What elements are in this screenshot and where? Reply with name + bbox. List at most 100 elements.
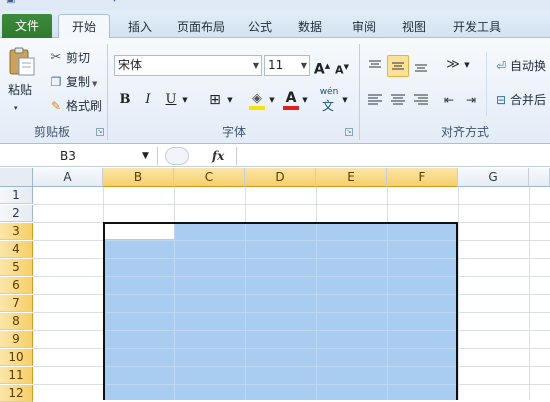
borders-dropdown-icon[interactable]: ▼ <box>225 90 235 110</box>
save-icon[interactable]: ▣ <box>6 0 15 8</box>
ribbon-tab-bar: 文件 开始 插入 页面布局 公式 数据 审阅 视图 开发工具 <box>0 10 550 39</box>
clipboard-launcher-icon[interactable]: ↘ <box>96 128 104 136</box>
align-top-icon[interactable] <box>366 58 384 74</box>
align-middle-icon <box>392 62 404 70</box>
row-header[interactable]: 2 <box>0 205 33 222</box>
column-header[interactable]: G <box>458 168 529 187</box>
active-cell[interactable] <box>105 224 174 239</box>
row-header[interactable]: 11 <box>0 367 33 384</box>
underline-button[interactable]: U <box>162 90 180 110</box>
copy-button[interactable]: 复制 ▼ <box>66 72 97 92</box>
format-painter-icon: ✎ <box>50 99 62 113</box>
align-bottom-icon[interactable] <box>412 58 430 74</box>
orientation-icon[interactable]: ≫ <box>444 55 462 75</box>
row-header[interactable]: 3 <box>0 223 33 240</box>
formula-bar-expand-handle[interactable] <box>165 147 189 165</box>
selection-range[interactable] <box>103 222 458 400</box>
align-center-icon[interactable] <box>389 92 407 108</box>
decrease-indent-icon[interactable]: ⇤ <box>440 90 458 110</box>
align-left-icon[interactable] <box>366 92 384 108</box>
redo-icon[interactable]: ↷ <box>70 0 78 8</box>
copy-label: 复制 <box>66 75 91 89</box>
merge-center-button[interactable]: 合并后 <box>510 90 550 110</box>
fill-color-button[interactable]: ◈ <box>248 91 266 110</box>
grow-font-button[interactable]: A▲ <box>313 56 331 80</box>
merge-center-icon: ⊟ <box>495 93 507 107</box>
tab-formulas[interactable]: 公式 <box>240 16 280 38</box>
column-header[interactable] <box>529 168 550 187</box>
paste-label[interactable]: 粘贴 <box>8 80 32 100</box>
shrink-font-button[interactable]: A▼ <box>333 57 351 81</box>
row-header[interactable]: 5 <box>0 259 33 276</box>
tab-developer[interactable]: 开发工具 <box>446 16 508 38</box>
row-header[interactable]: 1 <box>0 187 33 204</box>
font-color-swatch <box>283 106 299 110</box>
fill-color-dropdown-icon[interactable]: ▼ <box>267 90 277 110</box>
align-middle-button[interactable] <box>387 55 409 77</box>
column-header[interactable]: D <box>245 168 316 187</box>
wrap-text-button[interactable]: 自动换 <box>510 56 550 76</box>
clipboard-group-label: 剪贴板 <box>33 125 70 139</box>
phonetic-dropdown-icon[interactable]: ▼ <box>340 90 350 110</box>
quick-access-toolbar: ▣ ↶ ↷ ▾ <box>0 0 550 10</box>
copy-icon: ❐ <box>50 75 62 89</box>
paste-dropdown-icon[interactable]: ▾ <box>14 98 18 118</box>
font-size-dropdown-icon[interactable]: ▼ <box>301 56 307 75</box>
row-header[interactable]: 4 <box>0 241 33 258</box>
font-size-combo[interactable]: 11 ▼ <box>264 55 310 76</box>
grow-font-icon: A <box>313 61 325 78</box>
column-header[interactable]: C <box>174 168 245 187</box>
undo-icon[interactable]: ↶ <box>30 0 38 8</box>
selection-gridline <box>105 384 456 385</box>
tab-view[interactable]: 视图 <box>394 16 434 38</box>
tab-insert[interactable]: 插入 <box>118 16 162 38</box>
italic-button[interactable]: I <box>139 90 157 110</box>
tab-home[interactable]: 开始 <box>58 14 110 39</box>
row-header[interactable]: 12 <box>0 385 33 402</box>
wrap-text-icon: ⏎ <box>495 59 507 73</box>
name-box[interactable]: B3 <box>0 147 158 165</box>
row-header[interactable]: 7 <box>0 295 33 312</box>
row-header[interactable]: 6 <box>0 277 33 294</box>
paste-button[interactable] <box>6 46 38 76</box>
name-box-dropdown-icon[interactable]: ▼ <box>142 147 149 165</box>
row-header[interactable]: 10 <box>0 349 33 366</box>
font-color-button[interactable]: A <box>282 90 300 110</box>
row-header[interactable]: 9 <box>0 331 33 348</box>
row-header[interactable]: 8 <box>0 313 33 330</box>
font-color-dropdown-icon[interactable]: ▼ <box>300 90 310 110</box>
selection-gridline <box>105 258 456 259</box>
underline-dropdown-icon[interactable]: ▼ <box>180 90 190 110</box>
column-header[interactable]: E <box>316 168 387 187</box>
font-group-label: 字体 <box>221 125 246 139</box>
column-header[interactable]: F <box>387 168 458 187</box>
orientation-dropdown-icon[interactable]: ▼ <box>462 55 472 75</box>
tab-file[interactable]: 文件 <box>2 14 52 38</box>
formula-input[interactable] <box>236 147 550 165</box>
font-name-combo[interactable]: 宋体 ▼ <box>114 55 262 76</box>
select-all-corner[interactable] <box>0 168 33 187</box>
customize-qat-icon[interactable]: ▾ <box>112 0 117 8</box>
fill-color-swatch <box>249 106 265 110</box>
group-divider <box>486 52 487 116</box>
column-header[interactable]: A <box>33 168 103 187</box>
font-name-value: 宋体 <box>118 58 143 72</box>
selection-gridline <box>105 240 456 241</box>
insert-function-icon[interactable]: fx <box>212 147 232 165</box>
increase-indent-icon[interactable]: ⇥ <box>462 90 480 110</box>
tab-page-layout[interactable]: 页面布局 <box>168 16 234 38</box>
cut-button[interactable]: 剪切 <box>66 48 90 68</box>
bold-button[interactable]: B <box>116 90 134 110</box>
font-name-dropdown-icon[interactable]: ▼ <box>253 56 259 75</box>
selection-gridline <box>105 330 456 331</box>
font-launcher-icon[interactable]: ↘ <box>345 128 353 136</box>
align-right-icon[interactable] <box>412 92 430 108</box>
borders-icon[interactable]: ⊞ <box>206 90 224 110</box>
format-painter-button[interactable]: 格式刷 <box>66 96 102 116</box>
tab-review[interactable]: 审阅 <box>344 16 384 38</box>
copy-dropdown-icon[interactable]: ▼ <box>92 80 97 88</box>
formula-bar: B3 ▼ fx <box>0 145 550 167</box>
column-header[interactable]: B <box>103 168 174 187</box>
tab-data[interactable]: 数据 <box>290 16 330 38</box>
alignment-group-label: 对齐方式 <box>440 125 489 139</box>
